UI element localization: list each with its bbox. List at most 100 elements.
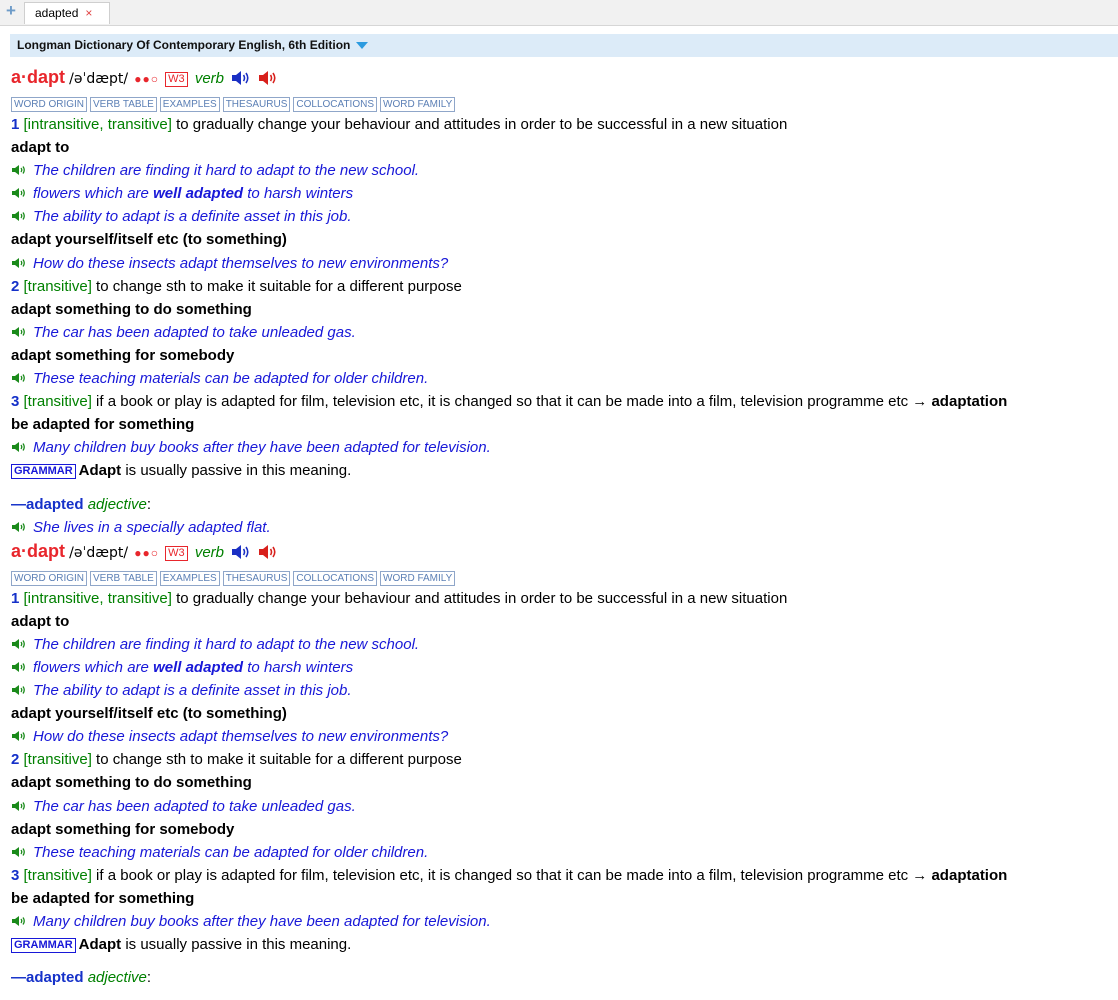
derived-colon: : — [146, 495, 152, 513]
speaker-green-icon[interactable] — [11, 657, 26, 680]
example-sentence: She lives in a specially adapted flat. — [33, 518, 271, 536]
entry-headline: a·dapt /əˈdæpt/ ●●○ W3 verb — [11, 539, 1111, 563]
speaker-green-icon[interactable] — [11, 911, 26, 934]
example-text: to harsh winters — [247, 185, 354, 203]
cross-reference-link[interactable]: adaptation — [931, 867, 1007, 884]
speaker-green-icon[interactable] — [11, 183, 26, 206]
example-text: to harsh winters — [247, 658, 354, 676]
frequency-dots: ●●○ — [134, 72, 159, 86]
close-icon[interactable]: × — [85, 6, 92, 20]
sense-1: 1 [intransitive, transitive] to graduall… — [11, 587, 1111, 610]
example-sentence: Many children buy books after they have … — [33, 439, 491, 457]
dictionary-entry: a·dapt /əˈdæpt/ ●●○ W3 verb WORD ORIGIN V… — [11, 65, 1111, 539]
sense-2: 2 [transitive] to change sth to make it … — [11, 275, 1111, 298]
speaker-red-icon[interactable] — [258, 70, 278, 94]
example-sentence: The ability to adapt is a definite asset… — [33, 682, 352, 700]
thesaurus-button[interactable]: THESAURUS — [222, 570, 291, 586]
example-line: These teaching materials can be adapted … — [11, 841, 1111, 864]
dictionary-header[interactable]: Longman Dictionary Of Contemporary Engli… — [10, 34, 1118, 57]
collocation-highlight: well adapted — [153, 658, 244, 676]
derived-pos: adjective — [87, 969, 147, 987]
example-sentence: How do these insects adapt themselves to… — [33, 728, 449, 746]
speaker-green-icon[interactable] — [11, 322, 26, 345]
speaker-green-icon[interactable] — [11, 437, 26, 460]
examples-button[interactable]: EXAMPLES — [159, 97, 220, 112]
definition: to change sth to make it suitable for a … — [96, 751, 462, 769]
example-line: The car has been adapted to take unleade… — [11, 795, 1111, 818]
speaker-green-icon[interactable] — [11, 368, 26, 391]
word-origin-button[interactable]: WORD ORIGIN — [11, 570, 87, 586]
speaker-green-icon[interactable] — [11, 160, 26, 183]
speaker-red-icon[interactable] — [258, 544, 278, 568]
verb-table-button[interactable]: VERB TABLE — [90, 97, 157, 112]
example-line: The ability to adapt is a definite asset… — [11, 679, 1111, 702]
plus-icon[interactable]: + — [4, 2, 18, 19]
definition: if a book or play is adapted for film, t… — [96, 866, 928, 884]
derived-word: —adapted adjective: — [11, 493, 1111, 516]
grammar-word: Adapt — [78, 936, 122, 954]
part-of-speech: verb — [194, 543, 225, 561]
derived-headword: —adapted — [11, 495, 84, 513]
written-frequency-badge: W3 — [165, 72, 188, 87]
pattern-adapt-for: adapt something for somebody — [11, 820, 235, 838]
derived-pos: adjective — [87, 495, 147, 513]
example-line: flowers which are well adapted to harsh … — [11, 182, 1111, 205]
grammar-code: [transitive] — [23, 277, 92, 295]
sense-number: 2 — [11, 277, 20, 295]
speaker-green-icon[interactable] — [11, 680, 26, 703]
pattern-adapt-to-do: adapt something to do something — [11, 774, 252, 792]
definition: to gradually change your behaviour and a… — [176, 116, 788, 133]
collocations-button[interactable]: COLLOCATIONS — [293, 97, 377, 112]
sense-3: 3 [transitive] if a book or play is adap… — [11, 390, 1111, 413]
dictionary-entry: a·dapt /əˈdæpt/ ●●○ W3 verb WORD ORIGIN V… — [11, 539, 1111, 990]
grammar-code: [intransitive, transitive] — [23, 116, 172, 133]
speaker-green-icon[interactable] — [11, 726, 26, 749]
examples-button[interactable]: EXAMPLES — [159, 570, 220, 586]
example-line: The car has been adapted to take unleade… — [11, 321, 1111, 344]
sense-1: 1 [intransitive, transitive] to graduall… — [11, 113, 1111, 136]
word-family-button[interactable]: WORD FAMILY — [380, 570, 456, 586]
pattern-adapt-yourself: adapt yourself/itself etc (to something) — [11, 231, 287, 249]
headword: a·dapt — [11, 540, 65, 561]
sense-number: 2 — [11, 751, 20, 769]
example-sentence: The car has been adapted to take unleade… — [33, 797, 356, 815]
verb-table-button[interactable]: VERB TABLE — [90, 570, 157, 586]
speaker-blue-icon[interactable] — [231, 70, 251, 94]
sense-number: 1 — [11, 589, 20, 607]
example-line: She lives in a specially adapted flat. — [11, 516, 1111, 539]
speaker-green-icon[interactable] — [11, 253, 26, 276]
definition: to gradually change your behaviour and a… — [176, 589, 788, 607]
entry-nav-buttons: WORD ORIGIN VERB TABLE EXAMPLES THESAURUS CO… — [11, 89, 1111, 113]
example-text: flowers which are — [33, 658, 149, 676]
grammar-code: [transitive] — [23, 866, 92, 884]
word-origin-button[interactable]: WORD ORIGIN — [11, 97, 87, 112]
cross-reference-link[interactable]: adaptation — [931, 393, 1007, 410]
speaker-green-icon[interactable] — [11, 206, 26, 229]
example-line: The children are finding it hard to adap… — [11, 159, 1111, 182]
grammar-text: is usually passive in this meaning. — [125, 462, 352, 480]
speaker-green-icon[interactable] — [11, 796, 26, 819]
speaker-green-icon[interactable] — [11, 634, 26, 657]
speaker-blue-icon[interactable] — [231, 544, 251, 568]
sense-number: 3 — [11, 866, 20, 884]
grammar-note: GRAMMAR Adapt is usually passive in this … — [11, 933, 1111, 956]
pronunciation: /əˈdæpt/ — [69, 71, 129, 87]
derived-headword: —adapted — [11, 969, 84, 987]
tab-adapted[interactable]: adapted × — [24, 2, 110, 24]
entry-headline: a·dapt /əˈdæpt/ ●●○ W3 verb — [11, 65, 1111, 89]
grammar-code: [transitive] — [23, 393, 92, 411]
example-line: How do these insects adapt themselves to… — [11, 725, 1111, 748]
collocations-button[interactable]: COLLOCATIONS — [293, 570, 377, 586]
example-line: How do these insects adapt themselves to… — [11, 252, 1111, 275]
pattern-adapt-for: adapt something for somebody — [11, 346, 235, 364]
speaker-green-icon[interactable] — [11, 517, 26, 540]
sense-number: 1 — [11, 116, 20, 133]
chevron-down-icon[interactable] — [356, 42, 369, 50]
thesaurus-button[interactable]: THESAURUS — [222, 97, 291, 112]
sense-3: 3 [transitive] if a book or play is adap… — [11, 864, 1111, 887]
word-family-button[interactable]: WORD FAMILY — [380, 97, 456, 112]
speaker-green-icon[interactable] — [11, 842, 26, 865]
example-sentence: The ability to adapt is a definite asset… — [33, 208, 352, 226]
pattern-adapt-yourself: adapt yourself/itself etc (to something) — [11, 705, 287, 723]
